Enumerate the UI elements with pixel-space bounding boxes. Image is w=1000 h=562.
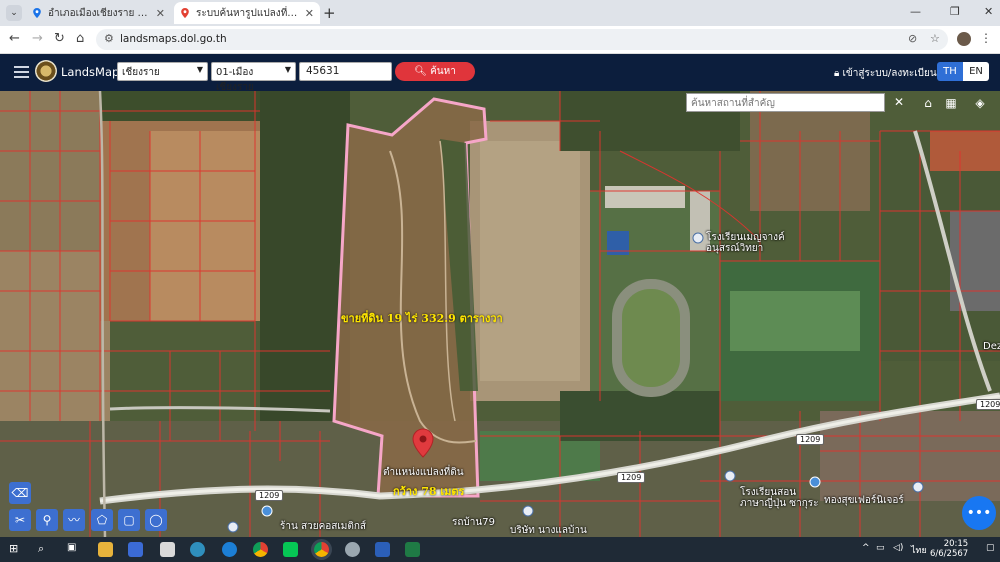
- lang-en-button[interactable]: EN: [963, 62, 989, 81]
- road-number-badge: 1209: [796, 434, 825, 445]
- marker-tool-icon[interactable]: ⚲: [36, 509, 58, 531]
- app-icon[interactable]: [345, 542, 360, 557]
- parcel-number-input[interactable]: 45631: [299, 62, 392, 81]
- district-select[interactable]: 01-เมืองเชียงราย ▼: [211, 62, 296, 93]
- location-annotation: ตำแหน่งแปลงที่ดิน: [383, 467, 464, 478]
- eye-off-icon[interactable]: ⊘: [908, 32, 917, 45]
- tab-close-icon[interactable]: ✕: [305, 7, 314, 20]
- circle-tool-icon[interactable]: ◯: [145, 509, 167, 531]
- hamburger-menu-icon[interactable]: [14, 66, 29, 81]
- minimize-icon[interactable]: —: [910, 5, 921, 18]
- poi-dez-label[interactable]: Dez: [983, 341, 1000, 352]
- chrome-icon[interactable]: [253, 542, 268, 557]
- task-view-icon[interactable]: ▣: [67, 542, 82, 557]
- road-number-badge: 1209: [617, 472, 646, 483]
- site-header: LandsMaps เชียงราย ▼ 01-เมืองเชียงราย ▼ 45…: [0, 54, 1000, 93]
- chat-bubble-icon[interactable]: •••: [962, 496, 996, 530]
- restore-icon[interactable]: ❐: [950, 5, 960, 18]
- province-select[interactable]: เชียงราย ▼: [117, 62, 208, 81]
- clock[interactable]: 20:15 6/6/2567: [930, 539, 968, 559]
- poi-school2-label[interactable]: โรงเรียนสอน ภาษาญี่ปุ่น ซากุระ: [740, 487, 819, 509]
- clock-date: 6/6/2567: [930, 549, 969, 559]
- tab-title: อำเภอเมืองเชียงราย ถึง อำเภอแม่จัน: [48, 7, 150, 19]
- site-logo-text: LandsMaps: [61, 65, 126, 79]
- login-label: เข้าสู่ระบบ/ลงทะเบียน: [842, 68, 937, 79]
- chevron-down-icon: ▼: [196, 65, 203, 74]
- line-app-icon[interactable]: [283, 542, 298, 557]
- province-value: เชียงราย: [122, 67, 160, 78]
- url-text: landsmaps.dol.go.th: [120, 33, 227, 45]
- polyline-tool-icon[interactable]: 〰: [63, 509, 85, 531]
- volume-icon[interactable]: ◁): [893, 543, 903, 553]
- edge-icon[interactable]: [190, 542, 205, 557]
- reload-icon[interactable]: ↻: [54, 31, 65, 46]
- clock-time: 20:15: [943, 539, 969, 549]
- network-icon[interactable]: ▭: [876, 543, 885, 553]
- tray-chevron-icon[interactable]: ^: [862, 543, 870, 553]
- search-button[interactable]: 🔍︎ ค้นหา: [395, 62, 475, 81]
- word-icon[interactable]: [375, 542, 390, 557]
- eraser-tool-icon[interactable]: ⌫: [9, 482, 31, 504]
- tab-search-icon[interactable]: ⌄: [6, 5, 22, 21]
- satellite-map[interactable]: ค้นหาสถานที่สำคัญ ✕ ⌂ ▦ ◈ ขายที่ดิน 19 ไ…: [0, 91, 1000, 537]
- ruler-tool-icon[interactable]: ✂: [9, 509, 31, 531]
- browser-tab-strip: ⌄ อำเภอเมืองเชียงราย ถึง อำเภอแม่จัน ✕ ร…: [0, 0, 1000, 26]
- tab-directions[interactable]: อำเภอเมืองเชียงราย ถึง อำเภอแม่จัน ✕: [26, 2, 171, 24]
- polygon-tool-icon[interactable]: ⬠: [91, 509, 113, 531]
- poi-shop-label[interactable]: ร้าน สวยคอสเมติกส์: [280, 519, 366, 534]
- road-number-badge: 1209: [255, 490, 284, 501]
- input-lang[interactable]: ไทย: [911, 543, 927, 557]
- poi-school-label[interactable]: โรงเรียนเมญจางค์ อนุสรณ์วิทยา: [706, 232, 785, 254]
- address-bar[interactable]: ⚙ landsmaps.dol.go.th ⊘ ☆: [96, 29, 948, 50]
- maps-pin-icon: [181, 8, 189, 18]
- poi-rodban-label[interactable]: รถบ้าน79: [452, 515, 495, 530]
- forward-icon[interactable]: →: [32, 31, 43, 46]
- road-number-badge: 1209: [976, 399, 1000, 410]
- poi-company-label[interactable]: บริษัท นางแลบ้าน: [510, 523, 587, 537]
- site-info-icon[interactable]: ⚙: [104, 32, 114, 45]
- profile-avatar[interactable]: [957, 32, 971, 46]
- back-icon[interactable]: ←: [9, 31, 20, 46]
- excel-icon[interactable]: [405, 542, 420, 557]
- dol-logo-icon: [35, 60, 57, 82]
- search-button-label: ค้นหา: [430, 66, 456, 77]
- edge-alt-icon[interactable]: [222, 542, 237, 557]
- file-explorer-icon[interactable]: [98, 542, 113, 557]
- clear-search-icon[interactable]: ✕: [890, 93, 908, 112]
- place-search-input[interactable]: ค้นหาสถานที่สำคัญ: [686, 93, 885, 112]
- lang-th-button[interactable]: TH: [937, 62, 963, 81]
- tab-title: ระบบค้นหารูปแปลงที่ดิน (LandsMaps): [196, 7, 299, 19]
- tab-close-icon[interactable]: ✕: [156, 7, 165, 20]
- lock-icon: 🔒︎: [834, 68, 840, 79]
- search-icon: 🔍︎: [414, 66, 427, 77]
- windows-taskbar: ⊞ ⌕ ▣ ^ ▭ ◁) ไทย 20:15 6/6/2567 ▢: [0, 537, 1000, 562]
- tab-landsmaps[interactable]: ระบบค้นหารูปแปลงที่ดิน (LandsMaps) ✕: [174, 2, 320, 24]
- bookmark-star-icon[interactable]: ☆: [930, 32, 940, 45]
- grid-layer-icon[interactable]: ▦: [941, 93, 961, 113]
- notification-icon[interactable]: ▢: [986, 543, 995, 553]
- home-icon[interactable]: ⌂: [76, 31, 84, 46]
- home-map-icon[interactable]: ⌂: [918, 93, 938, 113]
- chevron-down-icon: ▼: [284, 65, 291, 74]
- menu-kebab-icon[interactable]: ⋮: [980, 31, 992, 45]
- maps-pin-icon: [33, 8, 41, 18]
- rectangle-tool-icon[interactable]: ▢: [118, 509, 140, 531]
- store-icon[interactable]: [128, 542, 143, 557]
- poi-furniture-label[interactable]: ทองสุขเฟอร์นิเจอร์: [824, 493, 904, 508]
- sale-annotation: ขายที่ดิน 19 ไร่ 332.9 ตารางวา: [341, 312, 503, 325]
- windows-start-icon[interactable]: ⊞: [9, 542, 24, 557]
- new-tab-icon[interactable]: +: [323, 4, 336, 22]
- browser-toolbar: ← → ↻ ⌂ ⚙ landsmaps.dol.go.th ⊘ ☆ ⋮: [0, 26, 1000, 54]
- close-window-icon[interactable]: ✕: [984, 5, 993, 18]
- chrome-active-icon[interactable]: [314, 542, 329, 557]
- mail-icon[interactable]: [160, 542, 175, 557]
- search-icon[interactable]: ⌕: [38, 542, 53, 557]
- width-annotation: กว้าง 78 เมตร: [393, 485, 465, 498]
- layers-icon[interactable]: ◈: [970, 93, 990, 113]
- district-value: 01-เมืองเชียงราย: [216, 67, 254, 93]
- login-link[interactable]: 🔒︎ เข้าสู่ระบบ/ลงทะเบียน: [834, 66, 937, 81]
